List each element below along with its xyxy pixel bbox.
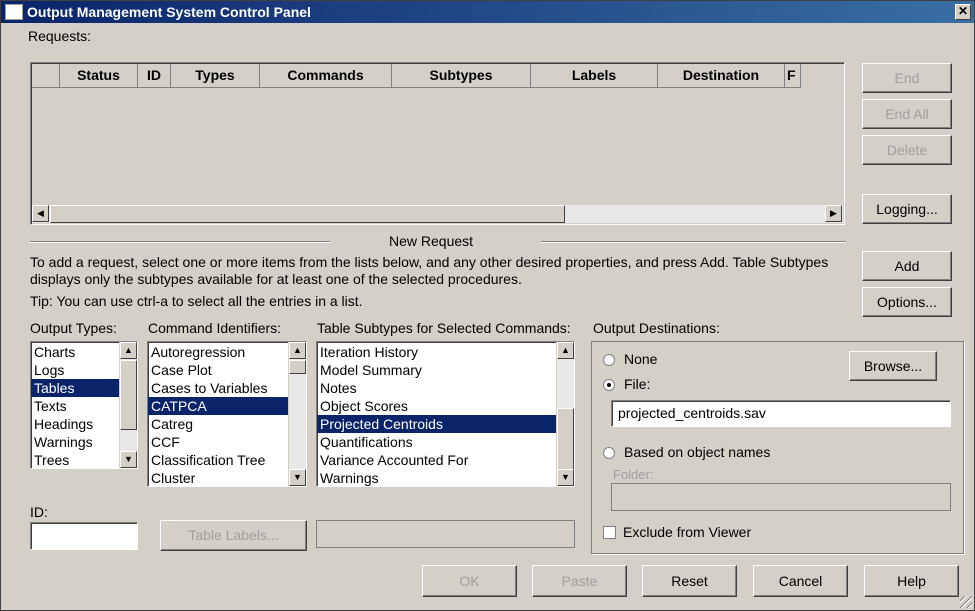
- requests-label: Requests:: [28, 28, 92, 44]
- table-subtypes-scrollbar[interactable]: ▲ ▼: [556, 342, 574, 486]
- list-item[interactable]: Texts: [31, 397, 119, 415]
- grid-column-header-destination[interactable]: Destination: [658, 64, 785, 88]
- table-subtypes-items: Iteration History Model Summary Notes Objec…: [317, 343, 556, 486]
- folder-label: Folder:: [613, 467, 654, 482]
- requests-horizontal-scrollbar[interactable]: ◀ ▶: [32, 205, 843, 223]
- paste-button[interactable]: Paste: [532, 565, 627, 597]
- scroll-right-icon[interactable]: ▶: [825, 205, 842, 222]
- new-request-heading: New Request: [389, 233, 474, 249]
- grid-column-header-select[interactable]: [32, 64, 60, 88]
- table-subtypes-label: Table Subtypes for Selected Commands:: [317, 320, 571, 336]
- scroll-down-icon[interactable]: ▼: [120, 451, 137, 468]
- list-item[interactable]: Model Summary: [317, 361, 556, 379]
- list-item[interactable]: Notes: [317, 379, 556, 397]
- delete-button[interactable]: Delete: [862, 135, 952, 165]
- list-item[interactable]: Tables: [31, 379, 119, 397]
- output-types-list[interactable]: Charts Logs Tables Texts Headings Warnings Tre…: [30, 341, 138, 469]
- output-types-label: Output Types:: [30, 320, 117, 336]
- window-title: Output Management System Control Panel: [27, 4, 311, 20]
- list-item[interactable]: Warnings: [31, 433, 119, 451]
- folder-input[interactable]: [611, 483, 951, 511]
- app-icon: [5, 4, 23, 20]
- grid-column-header-status[interactable]: Status: [60, 64, 138, 88]
- scroll-left-icon[interactable]: ◀: [32, 205, 49, 222]
- list-item[interactable]: Autoregression: [148, 343, 288, 361]
- destination-object-names-label: Based on object names: [624, 444, 771, 460]
- close-button[interactable]: ✕: [955, 4, 971, 20]
- list-item[interactable]: CATPCA: [148, 397, 288, 415]
- instructions-text: To add a request, select one or more ite…: [30, 254, 829, 287]
- grid-column-header-commands[interactable]: Commands: [260, 64, 392, 88]
- scroll-down-icon[interactable]: ▼: [557, 469, 574, 486]
- list-item[interactable]: Iteration History: [317, 343, 556, 361]
- list-item[interactable]: Charts: [31, 343, 119, 361]
- reset-button[interactable]: Reset: [642, 565, 737, 597]
- list-item[interactable]: Logs: [31, 361, 119, 379]
- list-item[interactable]: Case Plot: [148, 361, 288, 379]
- output-types-items: Charts Logs Tables Texts Headings Warnings Tre…: [31, 343, 119, 468]
- options-button[interactable]: Options...: [862, 287, 952, 317]
- grid-column-header-truncated[interactable]: F: [785, 64, 801, 88]
- list-item[interactable]: Cases to Variables: [148, 379, 288, 397]
- list-item[interactable]: CCF: [148, 433, 288, 451]
- command-identifiers-list[interactable]: Autoregression Case Plot Cases to Variable…: [147, 341, 307, 487]
- grid-column-header-types[interactable]: Types: [171, 64, 260, 88]
- grid-column-header-id[interactable]: ID: [138, 64, 171, 88]
- oms-control-panel-window: Output Management System Control Panel ✕…: [0, 0, 975, 611]
- scroll-down-icon[interactable]: ▼: [289, 469, 306, 486]
- scroll-up-icon[interactable]: ▲: [557, 342, 574, 359]
- list-item[interactable]: Classification Tree: [148, 451, 288, 469]
- exclude-from-viewer-checkbox[interactable]: [603, 526, 616, 539]
- scrollbar-thumb[interactable]: [557, 408, 574, 470]
- scrollbar-thumb[interactable]: [289, 360, 306, 374]
- grid-column-header-subtypes[interactable]: Subtypes: [392, 64, 531, 88]
- resize-grip-icon[interactable]: [960, 596, 972, 608]
- requests-grid-header: Status ID Types Commands Subtypes Labels…: [32, 64, 801, 88]
- list-item[interactable]: Projected Centroids: [317, 415, 556, 433]
- table-labels-field[interactable]: [316, 520, 575, 548]
- destination-none-label: None: [624, 351, 658, 367]
- logging-button[interactable]: Logging...: [862, 194, 952, 224]
- id-label: ID:: [30, 504, 48, 520]
- id-input[interactable]: [30, 522, 138, 550]
- destination-none-radio[interactable]: [603, 354, 615, 366]
- file-path-input[interactable]: projected_centroids.sav: [611, 400, 951, 427]
- list-item[interactable]: Catreg: [148, 415, 288, 433]
- command-identifiers-items: Autoregression Case Plot Cases to Variable…: [148, 343, 288, 486]
- browse-button[interactable]: Browse...: [849, 351, 937, 381]
- end-all-button[interactable]: End All: [862, 99, 952, 129]
- command-identifiers-label: Command Identifiers:: [148, 320, 282, 336]
- title-bar: Output Management System Control Panel ✕: [1, 1, 974, 23]
- separator-right: [541, 241, 846, 243]
- list-item[interactable]: Quantifications: [317, 433, 556, 451]
- table-labels-button[interactable]: Table Labels...: [160, 520, 307, 551]
- destination-object-names-radio[interactable]: [603, 447, 615, 459]
- list-item[interactable]: Warnings: [317, 469, 556, 486]
- scroll-up-icon[interactable]: ▲: [289, 342, 306, 359]
- destination-file-radio[interactable]: [603, 379, 615, 391]
- help-button[interactable]: Help: [864, 565, 959, 597]
- cancel-button[interactable]: Cancel: [753, 565, 848, 597]
- scrollbar-thumb[interactable]: [120, 360, 137, 430]
- output-types-scrollbar[interactable]: ▲ ▼: [119, 342, 137, 468]
- ok-button[interactable]: OK: [422, 565, 517, 597]
- separator-left: [30, 241, 330, 243]
- tip-text: Tip: You can use ctrl-a to select all th…: [30, 293, 363, 309]
- destination-file-label: File:: [624, 376, 651, 392]
- list-item[interactable]: Variance Accounted For: [317, 451, 556, 469]
- end-button[interactable]: End: [862, 63, 952, 93]
- scroll-up-icon[interactable]: ▲: [120, 342, 137, 359]
- command-identifiers-scrollbar[interactable]: ▲ ▼: [288, 342, 306, 486]
- list-item[interactable]: Object Scores: [317, 397, 556, 415]
- scrollbar-thumb[interactable]: [50, 205, 565, 223]
- table-subtypes-list[interactable]: Iteration History Model Summary Notes Objec…: [316, 341, 575, 487]
- list-item[interactable]: Cluster: [148, 469, 288, 486]
- grid-column-header-labels[interactable]: Labels: [531, 64, 658, 88]
- add-button[interactable]: Add: [862, 251, 952, 281]
- list-item[interactable]: Headings: [31, 415, 119, 433]
- list-item[interactable]: Trees: [31, 451, 119, 468]
- exclude-from-viewer-label: Exclude from Viewer: [623, 524, 752, 540]
- output-destinations-label: Output Destinations:: [593, 320, 720, 336]
